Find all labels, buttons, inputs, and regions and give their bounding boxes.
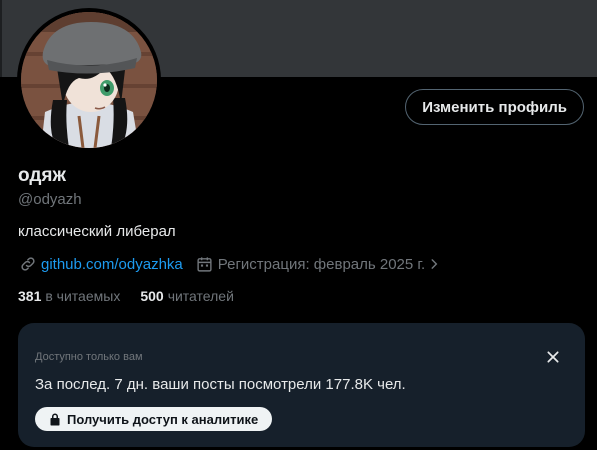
views-summary: За послед. 7 дн. ваши посты посмотрели 1…: [35, 376, 406, 393]
joined-date[interactable]: Регистрация: февраль 2025 г.: [218, 256, 441, 273]
profile-website-link[interactable]: github.com/odyazhka: [41, 256, 183, 273]
analytics-access-label: Получить доступ к аналитике: [67, 411, 259, 427]
avatar[interactable]: [17, 8, 161, 152]
avatar-image: [21, 12, 157, 148]
display-name: одяж: [18, 165, 66, 186]
calendar-icon: [195, 254, 215, 274]
link-icon: [18, 254, 38, 274]
close-icon[interactable]: [543, 347, 563, 367]
following-count: 381: [18, 288, 42, 304]
followers-count: 500: [140, 288, 164, 304]
edit-profile-button[interactable]: Изменить профиль: [405, 89, 584, 125]
profile-meta-row: github.com/odyazhka Регистрация: февраль…: [18, 254, 441, 274]
profile-bio: классический либерал: [18, 223, 176, 240]
analytics-card: Доступно только вам За послед. 7 дн. ваш…: [18, 323, 585, 447]
following-link[interactable]: 381 в читаемых: [18, 288, 120, 304]
following-label: в читаемых: [45, 288, 121, 304]
user-handle: @odyazh: [18, 191, 82, 208]
followers-link[interactable]: 500 читателей: [140, 288, 234, 304]
joined-date-text: Регистрация: февраль 2025 г.: [217, 255, 426, 273]
follow-stats: 381 в читаемых 500 читателей: [18, 288, 254, 304]
only-you-label: Доступно только вам: [35, 351, 143, 363]
followers-label: читателей: [167, 288, 234, 304]
chevron-right-icon: [427, 257, 441, 271]
profile-page: Изменить профиль одяж @odyazh классическ…: [0, 0, 597, 450]
analytics-access-button[interactable]: Получить доступ к аналитике: [35, 407, 273, 431]
banner-edge: [0, 0, 2, 77]
lock-icon: [49, 413, 61, 426]
